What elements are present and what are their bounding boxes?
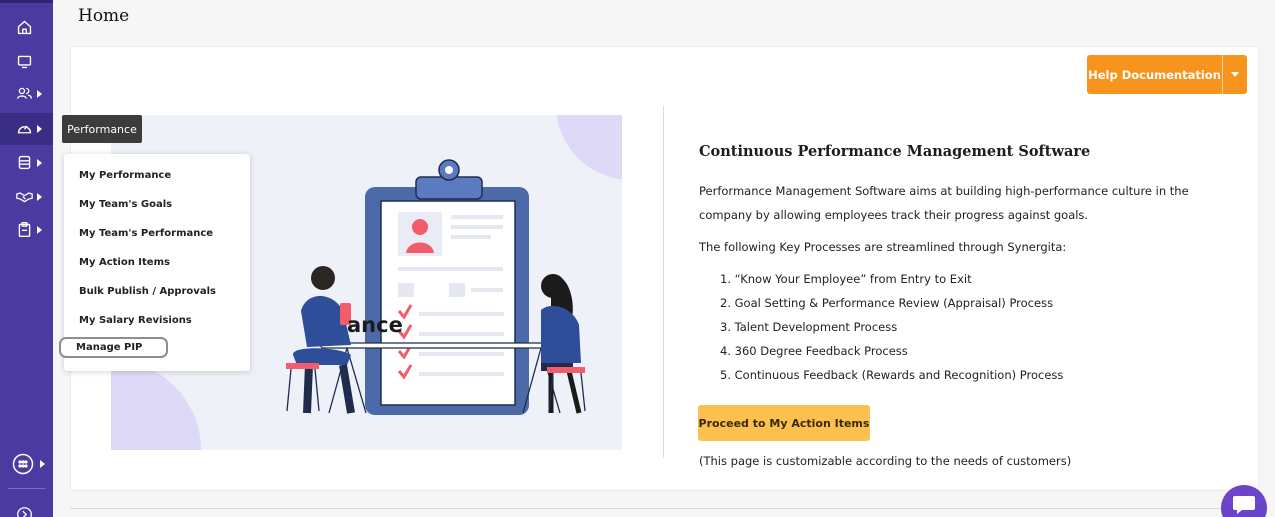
sidebar-item-employees[interactable] — [0, 78, 53, 110]
sidebar-item-records[interactable] — [0, 147, 53, 179]
sidebar-item-engagement[interactable] — [0, 181, 53, 213]
help-documentation-button[interactable]: Help Documentation — [1087, 55, 1247, 94]
clipboard-icon — [18, 222, 31, 237]
chat-widget-button[interactable] — [1221, 485, 1267, 517]
help-documentation-label[interactable]: Help Documentation — [1087, 55, 1222, 94]
bottom-divider — [70, 508, 1259, 509]
sidebar-top-bar — [0, 0, 53, 3]
sidebar-item-apps[interactable] — [0, 448, 53, 480]
caret-right-icon — [40, 460, 45, 468]
chat-bubble-icon — [1233, 496, 1255, 514]
speedometer-icon — [17, 125, 32, 134]
sidebar-item-tasks[interactable] — [0, 214, 53, 246]
customization-note: (This page is customizable according to … — [699, 454, 1072, 468]
proceed-to-action-items-button[interactable]: Proceed to My Action Items — [698, 405, 870, 441]
monitor-icon — [17, 55, 32, 69]
performance-submenu: My Performance My Team's Goals My Team's… — [59, 154, 250, 371]
list-item: 2. Goal Setting & Performance Review (Ap… — [720, 296, 1054, 310]
database-icon — [18, 155, 31, 170]
description-paragraph: Performance Management Software aims at … — [699, 184, 1189, 222]
caret-right-icon — [37, 193, 42, 201]
users-icon — [17, 87, 32, 99]
home-icon — [17, 20, 32, 35]
caret-right-icon — [37, 125, 42, 133]
caret-right-icon — [37, 90, 42, 98]
menu-item-manage-pip[interactable]: Manage PIP — [59, 337, 169, 358]
menu-item-my-salary-revisions[interactable]: My Salary Revisions — [79, 315, 192, 326]
sidebar-item-performance[interactable] — [0, 113, 53, 145]
list-item: 4. 360 Degree Feedback Process — [720, 344, 908, 358]
menu-item-my-action-items[interactable]: My Action Items — [79, 257, 170, 268]
sidebar — [0, 0, 53, 517]
menu-item-my-teams-goals[interactable]: My Team's Goals — [79, 199, 172, 210]
expand-arrow-icon — [17, 507, 32, 517]
sidebar-item-dashboard[interactable] — [0, 46, 53, 78]
content-title: Continuous Performance Management Softwa… — [699, 143, 1091, 160]
performance-tooltip: Performance — [62, 115, 142, 143]
caret-down-icon — [1231, 72, 1239, 77]
page-title: Home — [78, 6, 130, 26]
menu-item-my-performance[interactable]: My Performance — [79, 170, 171, 181]
processes-intro: The following Key Processes are streamli… — [699, 240, 1067, 254]
caret-right-icon — [37, 159, 42, 167]
sidebar-divider — [8, 488, 45, 489]
help-dropdown-toggle[interactable] — [1223, 55, 1247, 94]
sidebar-item-home[interactable] — [0, 12, 53, 44]
caret-right-icon — [37, 226, 42, 234]
handshake-icon — [16, 192, 33, 203]
illustration-heading: ance — [347, 313, 403, 337]
list-item: 5. Continuous Feedback (Rewards and Reco… — [720, 368, 1064, 382]
button-split-divider — [1222, 55, 1223, 94]
content-divider — [663, 106, 664, 458]
apps-grid-icon — [12, 453, 34, 475]
list-item: 3. Talent Development Process — [720, 320, 898, 334]
menu-item-my-teams-performance[interactable]: My Team's Performance — [79, 228, 213, 239]
sidebar-item-expand[interactable] — [0, 499, 53, 517]
process-list: 1. “Know Your Employee” from Entry to Ex… — [720, 267, 1063, 387]
list-item: 1. “Know Your Employee” from Entry to Ex… — [720, 272, 972, 286]
menu-item-bulk-publish-approvals[interactable]: Bulk Publish / Approvals — [79, 286, 216, 297]
